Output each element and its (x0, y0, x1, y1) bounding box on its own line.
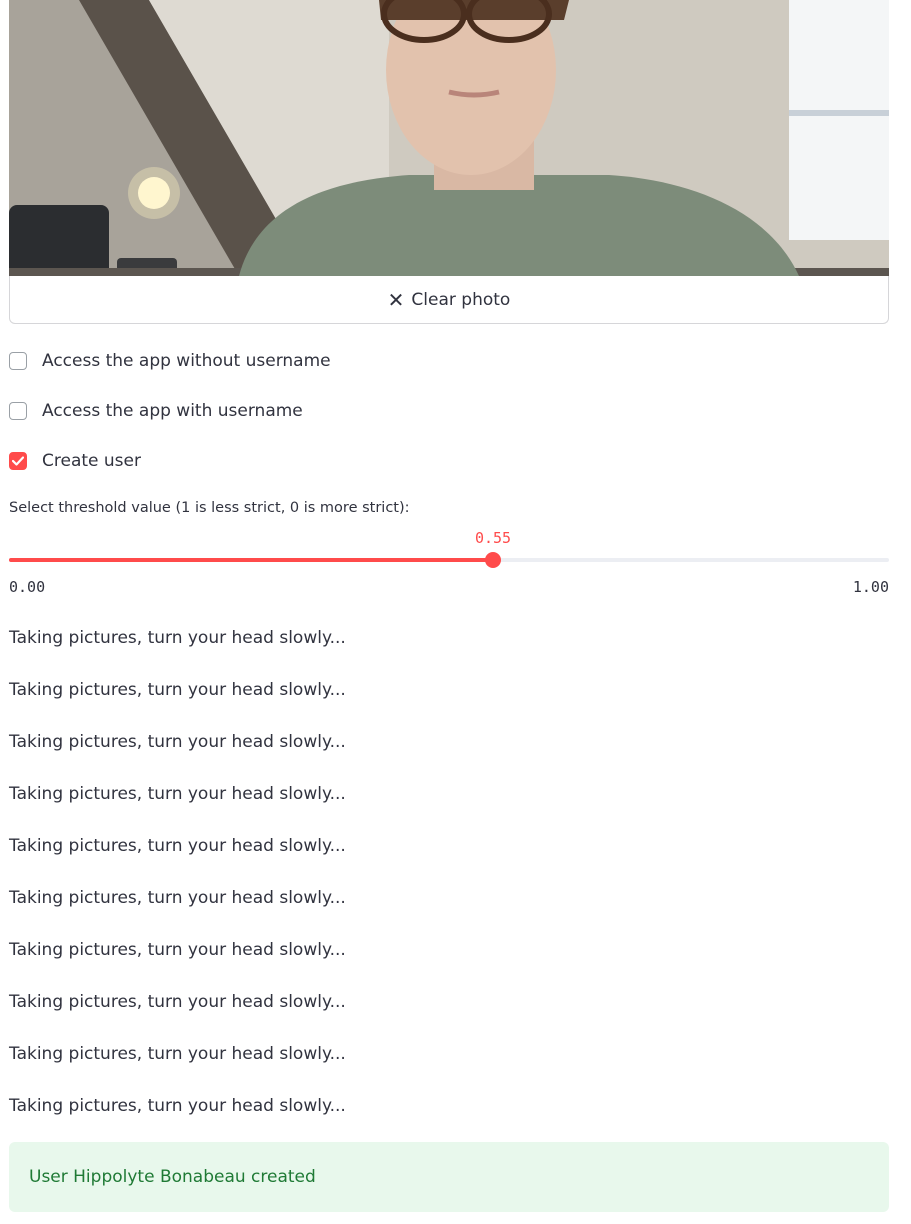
status-message: Taking pictures, turn your head slowly..… (9, 1044, 346, 1064)
threshold-slider-track[interactable] (9, 552, 889, 568)
status-messages: Taking pictures, turn your head slowly..… (9, 626, 889, 1146)
status-message: Taking pictures, turn your head slowly..… (9, 732, 346, 752)
status-message: Taking pictures, turn your head slowly..… (9, 680, 346, 700)
checkbox-unchecked-icon[interactable] (9, 352, 27, 370)
status-message: Taking pictures, turn your head slowly..… (9, 1096, 346, 1116)
checkbox-unchecked-icon[interactable] (9, 402, 27, 420)
threshold-slider-fill (9, 558, 493, 562)
checkbox-label: Access the app without username (42, 351, 331, 371)
threshold-slider-max: 1.00 (852, 578, 889, 596)
status-message: Taking pictures, turn your head slowly..… (9, 836, 346, 856)
clear-photo-label: Clear photo (411, 289, 511, 310)
threshold-slider-thumb[interactable] (485, 552, 501, 568)
threshold-slider-min: 0.00 (9, 578, 46, 596)
checkbox-label: Access the app with username (42, 401, 303, 421)
checkbox-create-user[interactable]: Create user (9, 449, 141, 473)
success-alert: User Hippolyte Bonabeau created (9, 1142, 889, 1212)
threshold-slider-label: Select threshold value (1 is less strict… (9, 500, 410, 516)
status-message: Taking pictures, turn your head slowly..… (9, 628, 346, 648)
clear-photo-button[interactable]: ✕ Clear photo (9, 276, 889, 324)
close-icon: ✕ (387, 287, 405, 312)
checkbox-access-with-username[interactable]: Access the app with username (9, 399, 303, 423)
status-message: Taking pictures, turn your head slowly..… (9, 940, 346, 960)
status-message: Taking pictures, turn your head slowly..… (9, 888, 346, 908)
status-message: Taking pictures, turn your head slowly..… (9, 992, 346, 1012)
checkbox-access-without-username[interactable]: Access the app without username (9, 349, 331, 373)
checkbox-checked-icon[interactable] (9, 452, 27, 470)
camera-photo (9, 0, 889, 276)
status-message: Taking pictures, turn your head slowly..… (9, 784, 346, 804)
success-alert-text: User Hippolyte Bonabeau created (29, 1167, 316, 1187)
threshold-slider-value: 0.55 (474, 529, 512, 547)
app-page: ✕ Clear photo Access the app without use… (0, 0, 911, 1224)
checkbox-label: Create user (42, 451, 141, 471)
